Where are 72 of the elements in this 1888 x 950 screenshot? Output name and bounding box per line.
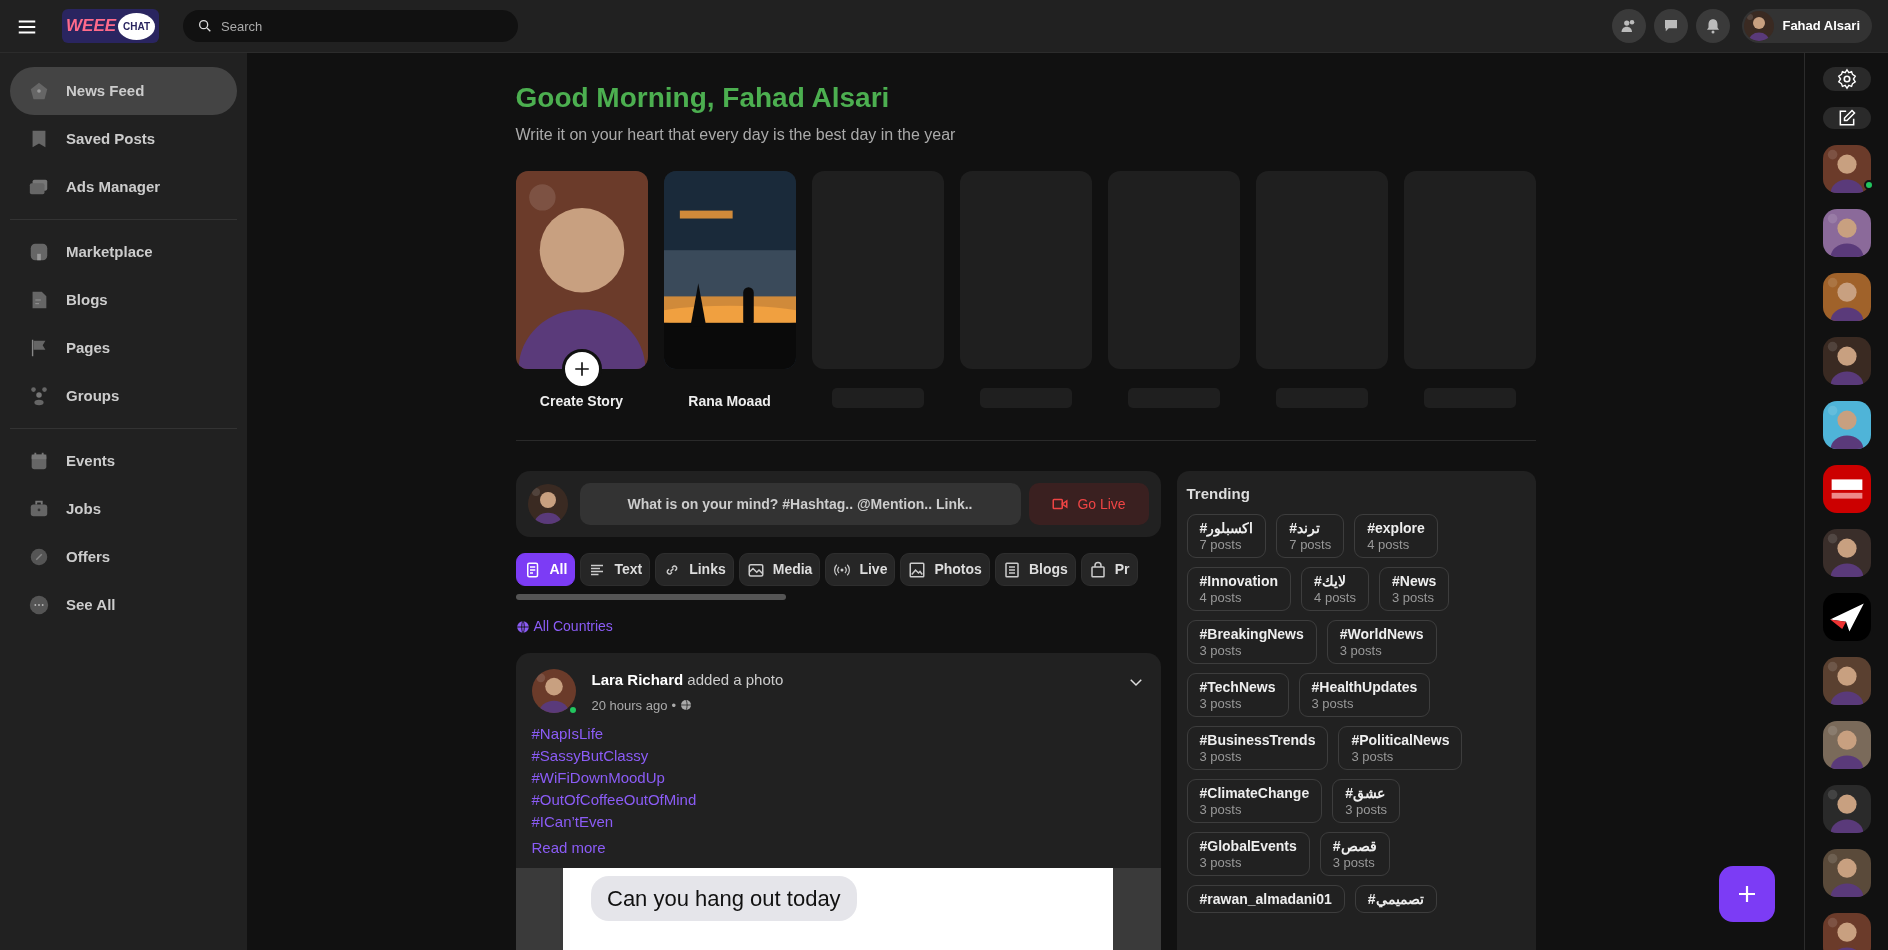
more-icon [28, 594, 50, 616]
plus-icon [1736, 883, 1758, 905]
sidebar-item[interactable]: Pages [10, 324, 237, 372]
trending-title: Trending [1186, 484, 1251, 504]
friends-button[interactable] [1612, 9, 1647, 43]
go-live-button[interactable]: Go Live [1028, 483, 1149, 525]
sidebar-item[interactable]: Marketplace [10, 228, 237, 276]
logo[interactable]: WEEE CHAT [62, 9, 160, 43]
hashtag-chip[interactable]: #PoliticalNews 3 posts [1338, 725, 1463, 770]
hashtag-link[interactable]: #ICan’tEven [531, 811, 1145, 833]
filter-tab[interactable]: All [515, 553, 576, 586]
hashtag-chip[interactable]: #تصميمي [1354, 884, 1437, 913]
sidebar-item[interactable]: Ads Manager [10, 163, 237, 211]
filter-tab[interactable]: Pr [1080, 553, 1138, 586]
hashtag-chip[interactable]: #GlobalEvents 3 posts [1186, 831, 1310, 876]
sidebar-item[interactable]: Events [10, 437, 237, 485]
hashtag-chip[interactable]: #explore 4 posts [1354, 513, 1438, 558]
hashtag-chip[interactable]: #WorldNews 3 posts [1326, 619, 1437, 664]
post-header: Lara Richard added a photo [591, 670, 785, 690]
filter-tab[interactable]: Photos [900, 553, 990, 586]
hashtag-link[interactable]: #SassyButClassy [531, 745, 1145, 767]
greeting-subtitle: Write it on your heart that every day is the best day in the year [515, 125, 957, 145]
hashtag-link[interactable]: #NapIsLife [531, 723, 1145, 745]
settings-button[interactable] [1822, 67, 1871, 91]
post-time: 20 hours ago [591, 696, 668, 715]
settings-icon [1835, 68, 1858, 90]
chat-button[interactable] [1654, 9, 1689, 43]
filter-tab[interactable]: Text [580, 553, 651, 586]
globe-icon [679, 699, 692, 712]
globe-icon [515, 619, 530, 634]
filter-tab[interactable]: Links [655, 553, 734, 586]
plus-icon [572, 360, 591, 378]
add-button[interactable] [1719, 866, 1775, 922]
country-filter[interactable]: All Countries [515, 616, 613, 637]
hashtag-chip[interactable]: #TechNews 3 posts [1186, 672, 1289, 717]
store-icon [28, 241, 50, 263]
sidebar-item[interactable]: Saved Posts [10, 115, 237, 163]
filter-tab[interactable]: Live [825, 553, 896, 586]
post-input[interactable]: What is on your mind? #Hashtag.. @Mention.. Link.. [579, 483, 1021, 525]
filter-tab[interactable]: Media [738, 553, 821, 586]
story-name: Rana Moaad [688, 392, 771, 411]
bag-icon [1088, 560, 1107, 579]
article-icon [1002, 560, 1021, 579]
read-more-link[interactable]: Read more [531, 837, 606, 859]
hashtag-link[interactable]: #WiFiDownMoodUp [531, 767, 1145, 789]
bell-button[interactable] [1696, 9, 1731, 43]
hashtag-chip[interactable]: #ClimateChange 3 posts [1186, 778, 1323, 823]
sidebar-item[interactable]: Groups [10, 372, 237, 420]
message-bubble: Can you hang out today [591, 876, 857, 921]
sidebar-item[interactable]: News Feed [10, 67, 237, 115]
group-icon [28, 385, 50, 407]
separator: • [671, 696, 676, 715]
edit-button[interactable] [1822, 107, 1871, 129]
hashtag-chip[interactable]: #Innovation 4 posts [1186, 566, 1292, 611]
user-menu[interactable]: Fahad Alsari [1742, 9, 1872, 43]
hashtag-chip[interactable]: #rawan_almadani01 [1186, 884, 1345, 913]
hashtag-link[interactable]: #OutOfCoffeeOutOfMind [531, 789, 1145, 811]
hashtag-chip[interactable]: #BusinessTrends 3 posts [1186, 725, 1329, 770]
house-icon [28, 80, 50, 102]
sidebar-item[interactable]: Jobs [10, 485, 237, 533]
sidebar-item[interactable]: Blogs [10, 276, 237, 324]
greeting-title: Good Morning, Fahad Alsari [515, 81, 891, 115]
hashtag-chip[interactable]: #BreakingNews 3 posts [1186, 619, 1317, 664]
image-icon [908, 560, 927, 579]
hashtag-chip[interactable]: #HealthUpdates 3 posts [1298, 672, 1431, 717]
sidebar-item[interactable]: Offers [10, 533, 237, 581]
hashtag-chip[interactable]: #News 3 posts [1379, 566, 1450, 611]
story-name: Create Story [539, 392, 624, 411]
filter-tab[interactable]: Blogs [994, 553, 1076, 586]
discount-icon [28, 546, 50, 568]
sidebar-item[interactable]: See All [10, 581, 237, 629]
search-field[interactable]: Search [183, 10, 519, 42]
